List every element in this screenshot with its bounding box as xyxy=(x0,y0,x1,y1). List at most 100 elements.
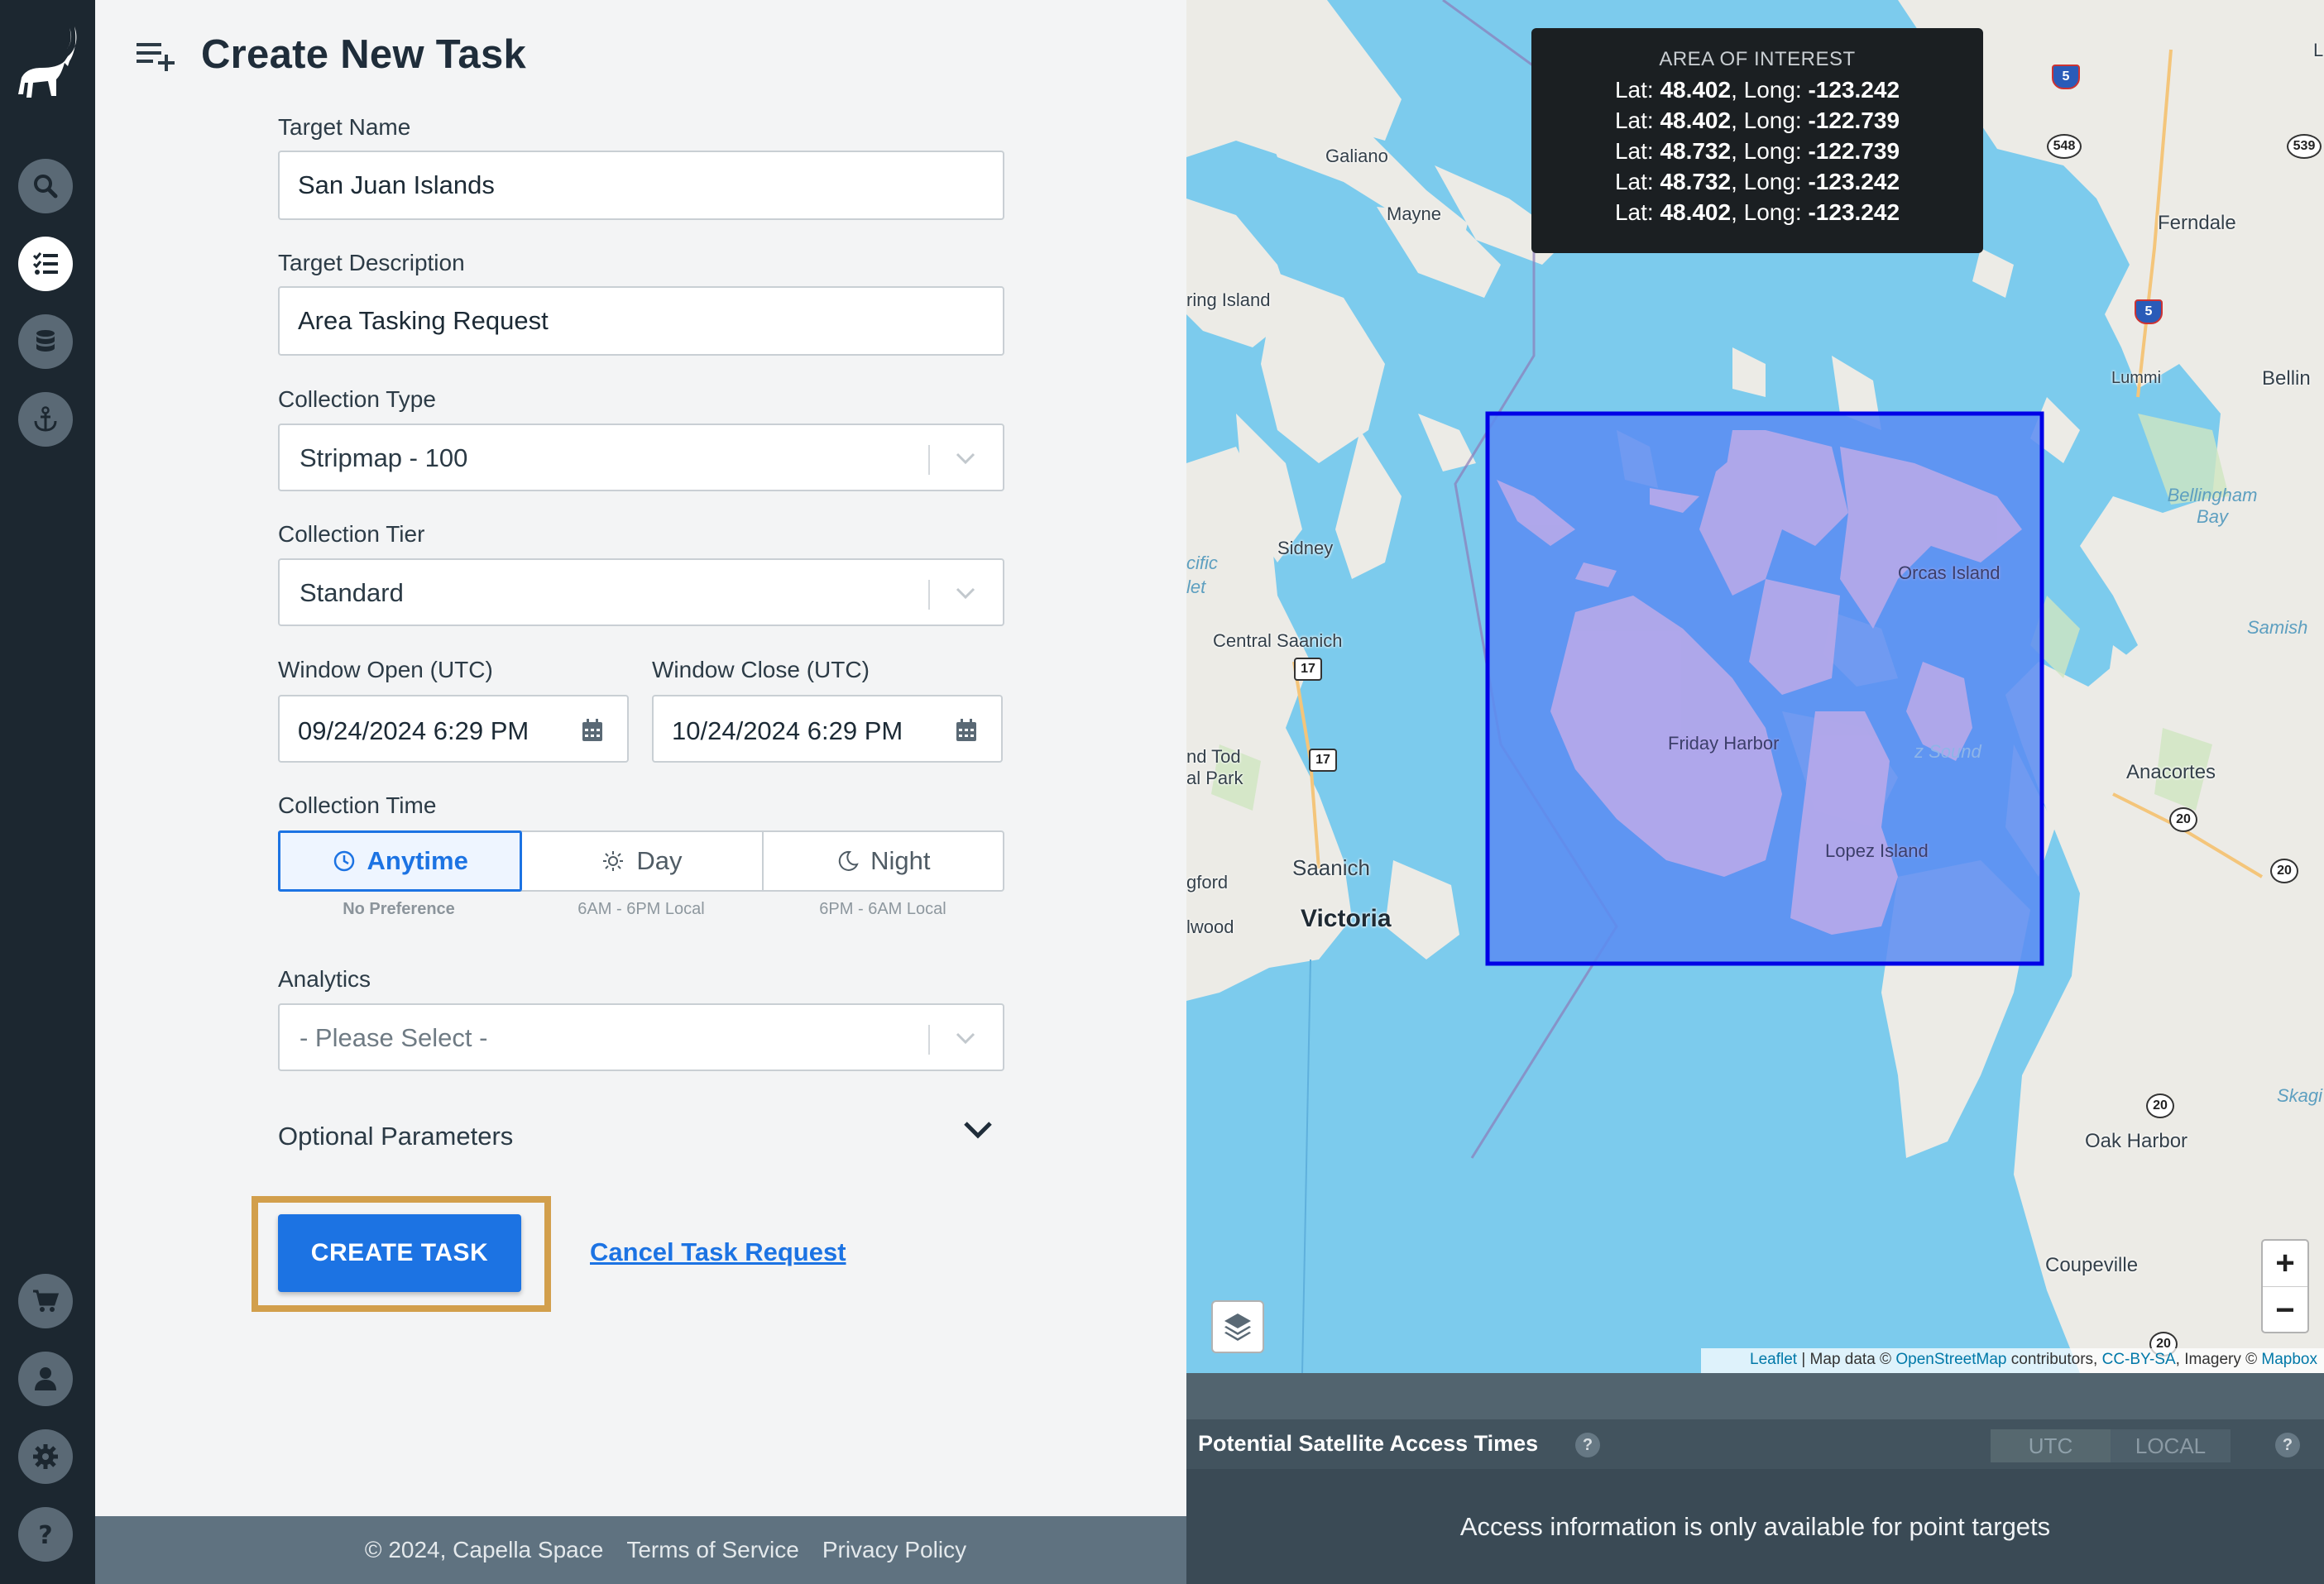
calendar-icon[interactable] xyxy=(955,718,978,743)
window-close-value: 10/24/2024 6:29 PM xyxy=(672,716,903,745)
timezone-toggle: UTC LOCAL xyxy=(1991,1429,2231,1462)
access-times-body: Access information is only available for… xyxy=(1186,1469,2324,1584)
terms-link[interactable]: Terms of Service xyxy=(626,1537,799,1563)
map-layers-button[interactable] xyxy=(1211,1300,1264,1353)
map-label-orcas-island: Orcas Island xyxy=(1898,562,2001,583)
page-title: Create New Task xyxy=(201,32,527,77)
license-link[interactable]: CC-BY-SA xyxy=(2102,1351,2176,1368)
collection-type-select[interactable]: Stripmap - 100 xyxy=(278,424,1004,491)
leaflet-link[interactable]: Leaflet xyxy=(1750,1351,1797,1368)
zoom-out-button[interactable]: − xyxy=(2263,1287,2307,1333)
chevron-down-icon xyxy=(956,452,975,465)
anytime-label: Anytime xyxy=(367,846,468,875)
zoom-in-button[interactable]: + xyxy=(2263,1241,2307,1287)
sidebar-item-data[interactable] xyxy=(18,314,73,369)
access-info-message: Access information is only available for… xyxy=(1459,1511,2051,1541)
timezone-help-icon[interactable]: ? xyxy=(2275,1433,2300,1457)
map-label-friday-harbor: Friday Harbor xyxy=(1668,733,1780,754)
map-label-skagit: Skagi xyxy=(2277,1085,2323,1106)
analytics-placeholder: - Please Select - xyxy=(299,1023,488,1052)
copyright-text: © 2024, Capella Space xyxy=(364,1537,604,1562)
user-icon xyxy=(35,1367,56,1390)
anytime-subtext: No Preference xyxy=(343,900,455,918)
privacy-link[interactable]: Privacy Policy xyxy=(822,1537,966,1563)
aoi-point-1: Lat: 48.402, Long: -123.242 xyxy=(1614,77,1900,103)
window-open-label: Window Open (UTC) xyxy=(278,657,493,682)
map-label-coupeville: Coupeville xyxy=(2045,1254,2139,1276)
collection-type-value: Stripmap - 100 xyxy=(299,443,468,472)
map-label-central-saanich: Central Saanich xyxy=(1213,630,1343,651)
window-open-input[interactable]: 09/24/2024 6:29 PM xyxy=(278,695,629,763)
window-close-input[interactable]: 10/24/2024 6:29 PM xyxy=(652,695,1003,763)
map-label-galiano: Galiano xyxy=(1325,146,1388,166)
map-label-langford: gford xyxy=(1186,872,1229,892)
collection-tier-select[interactable]: Standard xyxy=(278,558,1004,626)
help-icon: ? xyxy=(38,1521,52,1549)
target-name-input[interactable] xyxy=(278,151,1004,220)
route-20-shield-icon: 20 xyxy=(2270,859,2298,883)
collection-tier-value: Standard xyxy=(299,578,404,607)
map-label-tod-park-2: al Park xyxy=(1186,768,1243,788)
task-list-icon xyxy=(32,252,58,275)
search-icon xyxy=(34,175,58,199)
cancel-task-link[interactable]: Cancel Task Request xyxy=(590,1237,846,1267)
moon-icon xyxy=(838,850,859,871)
select-separator xyxy=(928,1025,930,1055)
collection-time-label: Collection Time xyxy=(278,792,437,818)
interstate-5-shield-icon: 5 xyxy=(2135,299,2163,324)
timezone-local-button[interactable]: LOCAL xyxy=(2111,1429,2231,1462)
analytics-label: Analytics xyxy=(278,966,371,992)
sidebar-item-anchor[interactable] xyxy=(18,392,73,447)
mapbox-link[interactable]: Mapbox xyxy=(2261,1351,2317,1368)
collection-time-day[interactable]: Day xyxy=(522,832,764,890)
interstate-5-shield-icon: 5 xyxy=(2052,65,2080,89)
clock-icon xyxy=(333,850,354,872)
chevron-down-icon xyxy=(956,1032,975,1045)
route-20-shield-icon: 20 xyxy=(2169,807,2197,832)
map-label-pacific: cific xyxy=(1186,553,1218,573)
svg-text:?: ? xyxy=(38,1521,52,1549)
map-label-ferndale: Ferndale xyxy=(2158,212,2236,234)
day-subtext: 6AM - 6PM Local xyxy=(577,900,705,918)
analytics-select[interactable]: - Please Select - xyxy=(278,1003,1004,1071)
map-label-bellingham-bay: Bellingham Bay xyxy=(2167,485,2258,527)
collection-type-label: Collection Type xyxy=(278,386,436,412)
map-attribution: Leaflet | Map data © OpenStreetMap contr… xyxy=(1701,1348,2324,1373)
collection-tier-label: Collection Tier xyxy=(278,521,425,547)
calendar-icon[interactable] xyxy=(581,718,604,743)
create-task-button[interactable]: CREATE TASK xyxy=(278,1214,521,1292)
access-help-icon[interactable]: ? xyxy=(1575,1433,1600,1457)
sidebar-item-help[interactable]: ? xyxy=(18,1507,73,1562)
sun-icon xyxy=(603,851,624,871)
sidebar-item-search[interactable] xyxy=(18,159,73,213)
collection-time-toggle: Anytime Day Night xyxy=(278,830,1004,892)
route-539-shield-icon: 539 xyxy=(2287,134,2322,159)
optional-parameters-toggle[interactable]: Optional Parameters xyxy=(278,1122,513,1151)
map-label-colwood: lwood xyxy=(1186,916,1234,937)
access-times-title: Potential Satellite Access Times xyxy=(1198,1431,1539,1456)
route-548-shield-icon: 548 xyxy=(2047,134,2082,159)
chevron-down-icon[interactable] xyxy=(961,1118,994,1141)
sidebar-item-settings[interactable] xyxy=(18,1429,73,1484)
sidebar-item-cart[interactable] xyxy=(18,1274,73,1328)
collection-time-anytime[interactable]: Anytime xyxy=(278,830,523,892)
map-label-edge: L xyxy=(2313,40,2324,60)
cart-icon xyxy=(33,1290,60,1312)
map-label-sound: z Sound xyxy=(1914,741,1981,762)
select-separator xyxy=(928,445,930,475)
sidebar-item-account[interactable] xyxy=(18,1352,73,1406)
map-label-lopez-island: Lopez Island xyxy=(1825,840,1929,861)
map-label-saanich: Saanich xyxy=(1292,855,1370,880)
window-close-label: Window Close (UTC) xyxy=(652,657,870,682)
timezone-utc-button[interactable]: UTC xyxy=(1991,1429,2111,1462)
window-open-value: 09/24/2024 6:29 PM xyxy=(298,716,529,745)
osm-link[interactable]: OpenStreetMap xyxy=(1895,1351,2006,1368)
target-description-input[interactable] xyxy=(278,286,1004,356)
collection-time-night[interactable]: Night xyxy=(764,832,1003,890)
map-label-bellingham: Bellin xyxy=(2262,367,2311,390)
anchor-icon xyxy=(34,406,57,432)
map-label-oak-harbor: Oak Harbor xyxy=(2085,1130,2188,1152)
target-description-label: Target Description xyxy=(278,250,465,275)
sidebar-item-tasks[interactable] xyxy=(18,237,73,291)
aoi-point-3: Lat: 48.732, Long: -122.739 xyxy=(1614,138,1900,164)
